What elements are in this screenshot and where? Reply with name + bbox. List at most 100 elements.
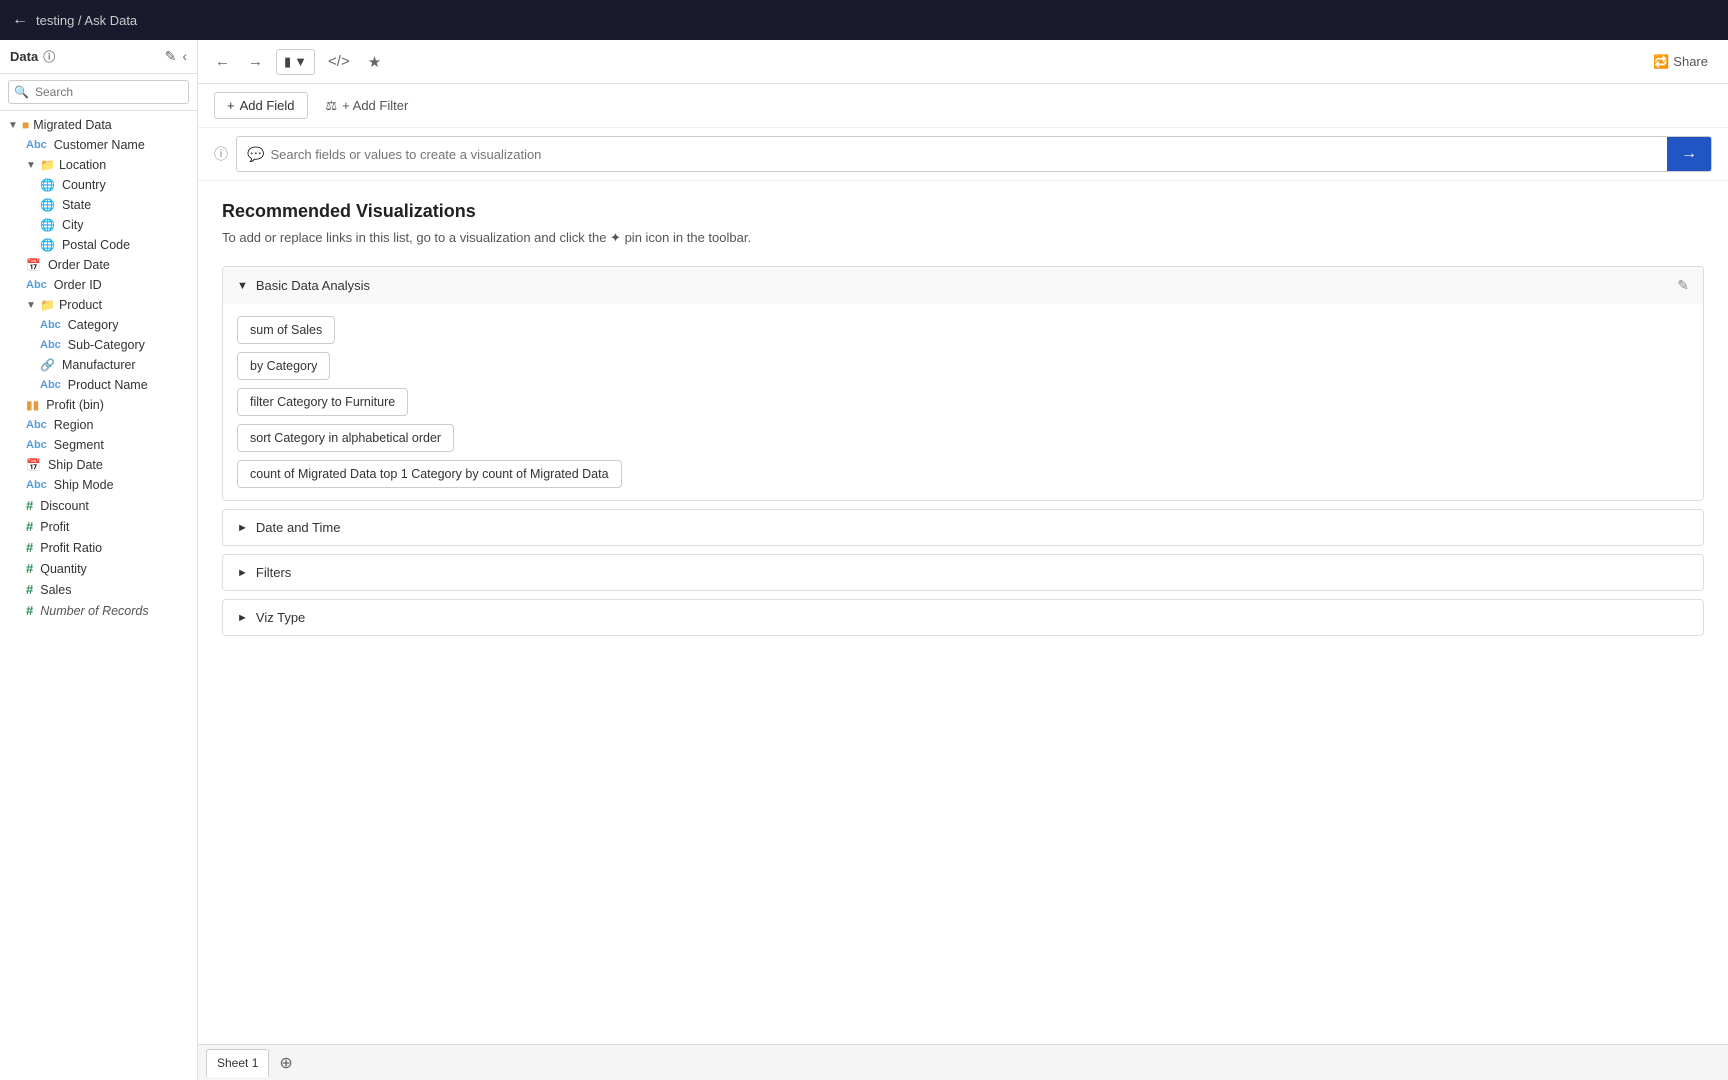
plus-icon: +: [227, 98, 235, 113]
sidebar-item-label: Profit (bin): [46, 398, 104, 412]
sidebar-item-label: Migrated Data: [33, 118, 112, 132]
abc-icon: Abc: [40, 339, 61, 351]
sidebar-item-region[interactable]: Abc Region: [0, 415, 197, 435]
sidebar-item-ship-mode[interactable]: Abc Ship Mode: [0, 475, 197, 495]
sidebar-item-sub-category[interactable]: Abc Sub-Category: [0, 335, 197, 355]
share-icon: 🔁: [1653, 54, 1669, 70]
sidebar-item-ship-date[interactable]: 📅 Ship Date: [0, 455, 197, 475]
chevron-down-icon: ▼: [26, 300, 36, 311]
sidebar-item-label: Customer Name: [54, 138, 145, 152]
add-filter-button[interactable]: ⚖ + Add Filter: [316, 93, 419, 119]
viz-section-date-time[interactable]: ► Date and Time: [222, 509, 1704, 546]
viz-section-basic-data-analysis: ▼ Basic Data Analysis ✎ sum of Sales by …: [222, 266, 1704, 501]
sidebar-item-number-of-records[interactable]: # Number of Records: [0, 600, 197, 621]
share-button[interactable]: 🔁 Share: [1645, 50, 1716, 74]
viz-section-header-basic[interactable]: ▼ Basic Data Analysis ✎: [223, 267, 1703, 304]
content-area: ← → ▮ ▼ </> ★ 🔁 Share + Add Field ⚖: [198, 40, 1728, 1080]
search-bar-input-wrap: 💬: [237, 140, 1667, 169]
info-icon[interactable]: ⓘ: [43, 48, 55, 65]
main-layout: Data ⓘ ✎ ‹ 🔍 ▼ ■ Migrated Data: [0, 40, 1728, 1080]
chevron-down-icon: ▼: [237, 280, 248, 292]
viz-toggle-button[interactable]: ▮ ▼: [276, 49, 315, 75]
sidebar-item-manufacturer[interactable]: 🔗 Manufacturer: [0, 355, 197, 375]
action-row: + Add Field ⚖ + Add Filter: [198, 84, 1728, 128]
viz-section-filters[interactable]: ► Filters: [222, 554, 1704, 591]
add-filter-label: + Add Filter: [342, 98, 408, 113]
sidebar-item-state[interactable]: 🌐 State: [0, 195, 197, 215]
globe-icon: 🌐: [40, 178, 55, 192]
hash-icon: #: [26, 498, 33, 513]
sidebar-item-label: Sub-Category: [68, 338, 145, 352]
add-tab-button[interactable]: ⊕: [273, 1051, 298, 1075]
topbar-back-button[interactable]: ←: [12, 11, 28, 29]
sidebar-search-container: 🔍: [0, 74, 197, 111]
forward-button[interactable]: →: [243, 50, 268, 73]
star-button[interactable]: ★: [363, 50, 386, 74]
sidebar-item-location[interactable]: ▼ 📁 Location: [0, 155, 197, 175]
sidebar-item-category[interactable]: Abc Category: [0, 315, 197, 335]
chevron-right-icon: ►: [237, 522, 248, 534]
chip-by-category[interactable]: by Category: [237, 352, 330, 380]
code-button[interactable]: </>: [323, 50, 355, 73]
viz-search-input[interactable]: [270, 147, 1657, 162]
back-button[interactable]: ←: [210, 50, 235, 73]
viz-section-title-basic: ▼ Basic Data Analysis: [237, 278, 370, 293]
section-label: Basic Data Analysis: [256, 278, 370, 293]
sidebar-item-migrated-data[interactable]: ▼ ■ Migrated Data: [0, 115, 197, 135]
sidebar-item-product[interactable]: ▼ 📁 Product: [0, 295, 197, 315]
section-label: Filters: [256, 565, 291, 580]
edit-icon[interactable]: ✎: [165, 48, 177, 65]
chip-filter-category[interactable]: filter Category to Furniture: [237, 388, 408, 416]
calendar-icon: 📅: [26, 458, 41, 472]
chip-sort-category[interactable]: sort Category in alphabetical order: [237, 424, 454, 452]
hash-icon: #: [26, 582, 33, 597]
recommended-title: Recommended Visualizations: [222, 201, 1704, 222]
info-circle-icon[interactable]: ⓘ: [214, 144, 228, 164]
tab-sheet1[interactable]: Sheet 1: [206, 1049, 269, 1077]
sidebar-item-order-date[interactable]: 📅 Order Date: [0, 255, 197, 275]
chat-icon: 💬: [247, 146, 264, 163]
chevron-right-icon: ►: [237, 612, 248, 624]
tab-label: Sheet 1: [217, 1056, 258, 1070]
viz-chips-basic: sum of Sales by Category filter Category…: [223, 304, 1703, 500]
edit-pencil-icon[interactable]: ✎: [1677, 277, 1689, 294]
bottom-tab-bar: Sheet 1 ⊕: [198, 1044, 1728, 1080]
sidebar-item-label: Country: [62, 178, 106, 192]
hash-icon: #: [26, 603, 33, 618]
sidebar-item-label: Quantity: [40, 562, 87, 576]
sidebar-item-label: Discount: [40, 499, 89, 513]
sidebar-item-label: Number of Records: [40, 604, 148, 618]
sidebar-item-sales[interactable]: # Sales: [0, 579, 197, 600]
send-button[interactable]: →: [1667, 137, 1711, 171]
viz-section-viz-type[interactable]: ► Viz Type: [222, 599, 1704, 636]
sidebar-item-segment[interactable]: Abc Segment: [0, 435, 197, 455]
datasource-icon: ■: [22, 118, 29, 132]
sidebar-item-profit[interactable]: # Profit: [0, 516, 197, 537]
search-bar-row: ⓘ 💬 →: [198, 128, 1728, 181]
sidebar-item-label: Manufacturer: [62, 358, 136, 372]
recommended-description: To add or replace links in this list, go…: [222, 230, 1704, 246]
sidebar-item-label: Region: [54, 418, 94, 432]
sidebar-item-postal-code[interactable]: 🌐 Postal Code: [0, 235, 197, 255]
sidebar-item-discount[interactable]: # Discount: [0, 495, 197, 516]
sidebar-item-country[interactable]: 🌐 Country: [0, 175, 197, 195]
sidebar-item-quantity[interactable]: # Quantity: [0, 558, 197, 579]
sidebar-item-profit-ratio[interactable]: # Profit Ratio: [0, 537, 197, 558]
search-input[interactable]: [8, 80, 189, 104]
sidebar-item-label: State: [62, 198, 91, 212]
add-field-button[interactable]: + Add Field: [214, 92, 308, 119]
topbar-breadcrumb: testing / Ask Data: [36, 13, 137, 28]
chip-count-top1[interactable]: count of Migrated Data top 1 Category by…: [237, 460, 622, 488]
sidebar-title-label: Data: [10, 49, 38, 64]
sidebar-item-order-id[interactable]: Abc Order ID: [0, 275, 197, 295]
filter-icon: ⚖: [326, 98, 338, 114]
sidebar-item-label: Order Date: [48, 258, 110, 272]
collapse-icon[interactable]: ‹: [182, 48, 187, 65]
sidebar-item-profit-bin[interactable]: ▮▮ Profit (bin): [0, 395, 197, 415]
sidebar-item-customer-name[interactable]: Abc Customer Name: [0, 135, 197, 155]
sidebar-item-city[interactable]: 🌐 City: [0, 215, 197, 235]
sidebar-item-product-name[interactable]: Abc Product Name: [0, 375, 197, 395]
abc-icon: Abc: [26, 479, 47, 491]
chip-sum-of-sales[interactable]: sum of Sales: [237, 316, 335, 344]
link-icon: 🔗: [40, 358, 55, 372]
